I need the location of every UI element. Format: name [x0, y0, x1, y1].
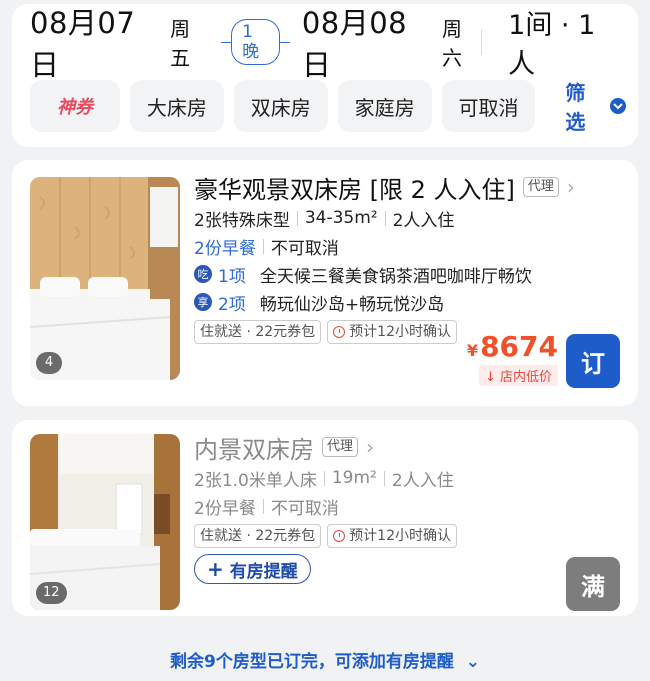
confirm-time-badge: 预计12小时确认 [327, 320, 457, 344]
low-price-text: 店内低价 [499, 370, 552, 385]
sold-out-note[interactable]: 剩余9个房型已订完，可添加有房提醒 ⌄ [0, 647, 650, 672]
quick-filters: 神券 大床房 双床房 家庭房 可取消 筛选 [30, 77, 626, 135]
benefit-count: 2项 [218, 294, 246, 315]
coupon-badge: 住就送 · 22元券包 [194, 524, 322, 548]
benefit-dining[interactable]: 吃 1项 全天候三餐美食锅茶酒吧咖啡厅畅饮 [194, 260, 624, 288]
room-capacity: 2人入住 [391, 470, 454, 491]
book-button[interactable]: 订 [566, 334, 620, 388]
divider [383, 470, 385, 486]
promo-badges: 住就送 · 22元券包 预计12小时确认 [194, 524, 624, 548]
chevron-right-icon: › [566, 175, 575, 199]
coupon-badge: 住就送 · 22元券包 [194, 320, 322, 344]
benefit-text: 全天候三餐美食锅茶酒吧咖啡厅畅饮 [259, 266, 532, 287]
divider [384, 210, 386, 226]
divider [481, 29, 483, 55]
rooms-guests-selector[interactable]: 1间 · 1人 [508, 3, 620, 81]
room-info: 豪华观景双床房 [限 2 人入住] 代理 › 2张特殊床型 34-35m² 2人… [194, 170, 624, 344]
date-row[interactable]: 08月07日 周五 1晚 08月08日 周六 1间 · 1人 [30, 6, 620, 82]
room-card[interactable]: 4 豪华观景双床房 [限 2 人入住] 代理 › 2张特殊床型 34-35m² … [12, 160, 638, 406]
clock-icon [333, 326, 346, 338]
bed-type: 2张特殊床型 [194, 210, 290, 231]
availability-reminder-button[interactable]: + 有房提醒 [194, 554, 311, 584]
room-info: 内景双床房 代理 › 2张1.0米单人床 19m² 2人入住 2份早餐 不可取消… [194, 430, 624, 584]
enjoy-icon: 享 [194, 293, 212, 311]
chevron-down-icon [610, 98, 626, 114]
cancel-policy: 不可取消 [270, 498, 339, 519]
chevron-down-icon: ⌄ [465, 652, 480, 672]
checkin-date[interactable]: 08月07日 [30, 0, 162, 84]
photo-count-badge: 12 [36, 582, 67, 604]
divider [221, 41, 232, 43]
confirm-time-text: 预计12小时确认 [349, 528, 451, 544]
filter-chip-cancellable[interactable]: 可取消 [441, 80, 536, 132]
room-photo[interactable]: 4 [30, 177, 180, 380]
chevron-right-icon: › [366, 435, 375, 459]
breakfast-info: 2份早餐 [194, 498, 256, 519]
agent-tag: 代理 [522, 177, 559, 197]
filter-chip-twin-bed[interactable]: 双床房 [233, 80, 328, 132]
agent-tag: 代理 [322, 437, 359, 457]
room-title-row[interactable]: 内景双床房 代理 › [194, 430, 624, 464]
divider [323, 470, 325, 486]
filter-button[interactable]: 筛选 [565, 77, 626, 135]
room-policy: 2份早餐 不可取消 [194, 232, 624, 260]
benefit-enjoy[interactable]: 享 2项 畅玩仙沙岛+畅玩悦沙岛 [194, 288, 624, 316]
bed-type: 2张1.0米单人床 [194, 470, 317, 491]
promo-badges: 住就送 · 22元券包 预计12小时确认 [194, 320, 624, 344]
checkin-weekday: 周五 [170, 17, 191, 70]
sold-out-note-text: 剩余9个房型已订完，可添加有房提醒 [170, 652, 454, 672]
room-price: ¥8674 [467, 330, 558, 363]
room-title: 豪华观景双床房 [限 2 人入住] [194, 175, 515, 204]
nights-pill: 1晚 [231, 19, 281, 65]
room-policy: 2份早餐 不可取消 [194, 492, 624, 520]
price-box: ¥8674 ↓ 店内低价 [467, 330, 558, 386]
reminder-label: 有房提醒 [229, 561, 298, 582]
dining-icon: 吃 [194, 265, 212, 283]
breakfast-info: 2份早餐 [194, 238, 256, 259]
room-area: 19m² [331, 468, 377, 488]
filter-label: 筛选 [565, 81, 586, 134]
plus-icon: + [207, 557, 224, 581]
photo-count-badge: 4 [36, 352, 62, 374]
filter-chip-family-room[interactable]: 家庭房 [337, 80, 432, 132]
cancel-policy: 不可取消 [270, 238, 339, 259]
divider [280, 41, 290, 43]
room-specs: 2张1.0米单人床 19m² 2人入住 [194, 464, 624, 492]
room-specs: 2张特殊床型 34-35m² 2人入住 [194, 204, 624, 232]
nights-indicator: 1晚 [221, 19, 290, 65]
filter-chip-coupon[interactable]: 神券 [30, 80, 120, 132]
benefit-text: 畅玩仙沙岛+畅玩悦沙岛 [259, 294, 445, 315]
divider [296, 210, 298, 226]
arrow-down-icon: ↓ [484, 370, 496, 385]
confirm-time-text: 预计12小时确认 [349, 324, 451, 340]
confirm-time-badge: 预计12小时确认 [327, 524, 457, 548]
room-title: 内景双床房 [194, 435, 314, 464]
currency-symbol: ¥ [466, 341, 479, 360]
room-card[interactable]: 12 内景双床房 代理 › 2张1.0米单人床 19m² 2人入住 2份早餐 不… [12, 420, 638, 616]
room-area: 34-35m² [304, 208, 378, 228]
filter-chip-king-bed[interactable]: 大床房 [129, 80, 224, 132]
benefit-count: 1项 [218, 266, 246, 287]
date-filter-card: 08月07日 周五 1晚 08月08日 周六 1间 · 1人 神券 大床房 双床… [12, 4, 638, 147]
price-value: 8674 [480, 330, 558, 363]
sold-out-button[interactable]: 满 [566, 557, 620, 611]
divider [262, 498, 264, 514]
checkout-weekday: 周六 [441, 17, 462, 70]
room-photo[interactable]: 12 [30, 434, 180, 610]
room-capacity: 2人入住 [392, 210, 455, 231]
clock-icon [333, 530, 346, 542]
checkout-date[interactable]: 08月08日 [302, 0, 434, 84]
divider [262, 238, 264, 254]
low-price-badge: ↓ 店内低价 [478, 365, 558, 386]
room-title-row[interactable]: 豪华观景双床房 [限 2 人入住] 代理 › [194, 170, 624, 204]
